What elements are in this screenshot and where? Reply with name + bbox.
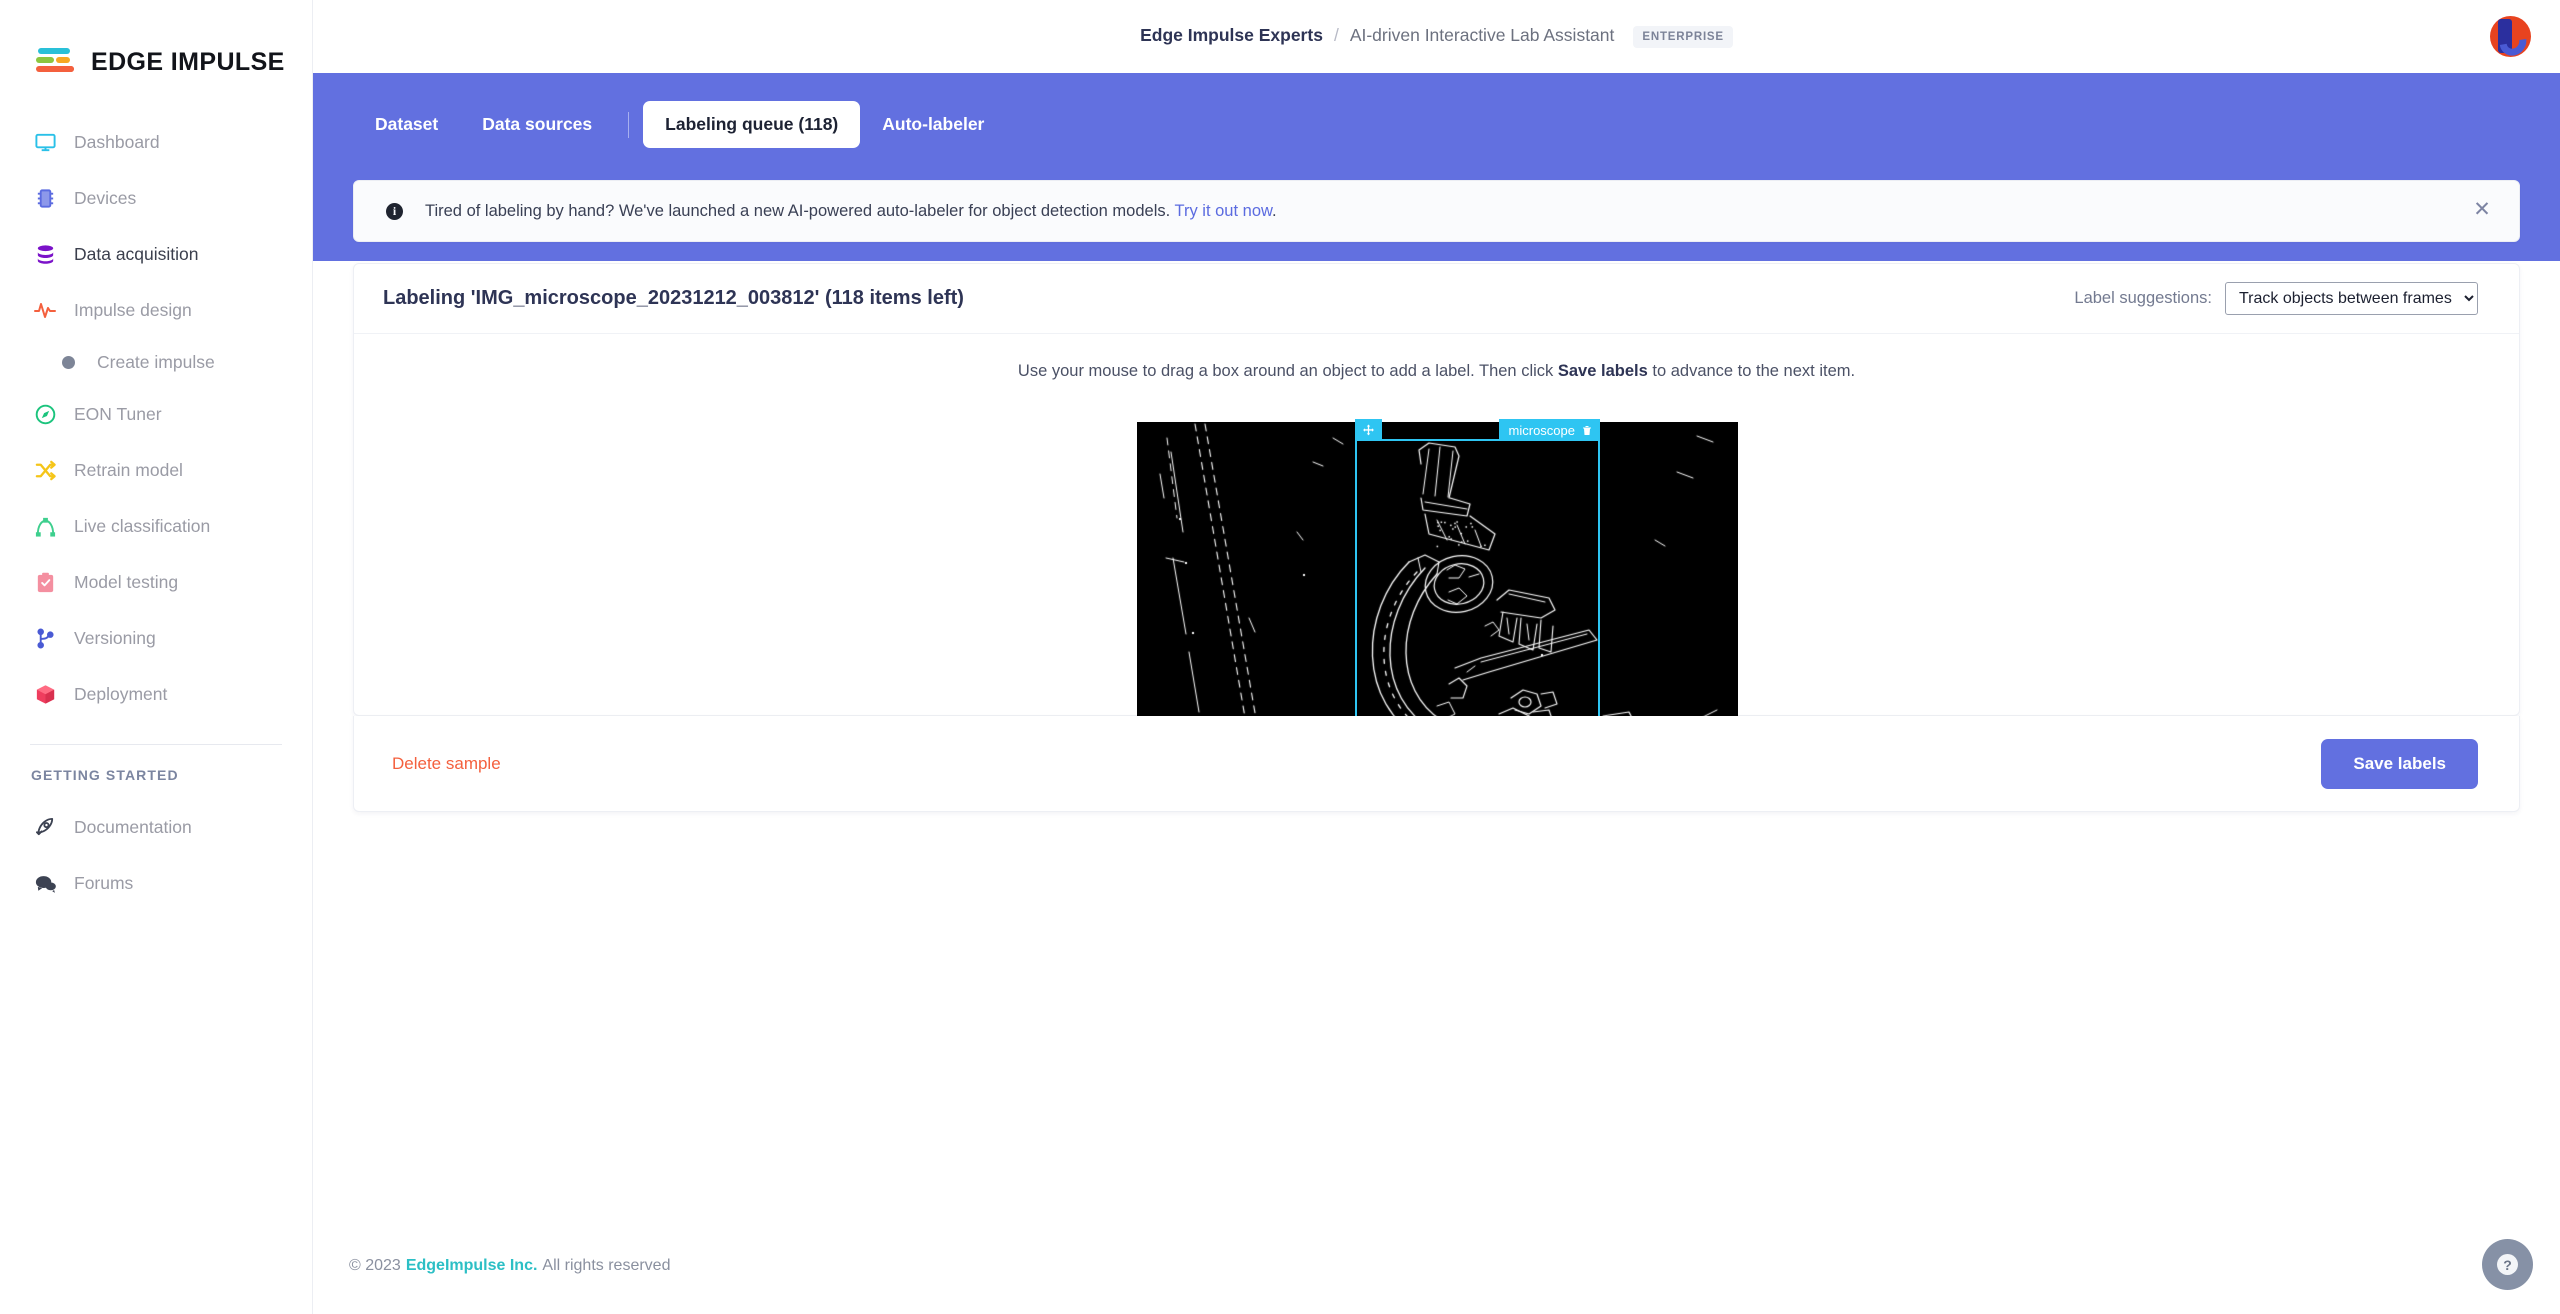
label-suggestions-select[interactable]: Track objects between frames [2225, 282, 2478, 315]
sidebar-item-dashboard[interactable]: Dashboard [0, 114, 312, 170]
edge-impulse-logo-icon [36, 48, 80, 78]
database-icon [30, 241, 60, 267]
tab-data-sources[interactable]: Data sources [460, 101, 614, 148]
sidebar-item-impulse-design[interactable]: Impulse design [0, 282, 312, 338]
sidebar-nav: Dashboard Devices Data acquisition Impul… [0, 114, 312, 911]
auto-labeler-banner: i Tired of labeling by hand? We've launc… [353, 180, 2520, 242]
try-it-out-link[interactable]: Try it out now [1175, 202, 1273, 220]
sidebar-item-label: Live classification [74, 516, 210, 537]
labeling-instruction: Use your mouse to drag a box around an o… [354, 334, 2519, 381]
sidebar-item-label: Create impulse [97, 352, 215, 373]
sidebar-item-live-classification[interactable]: Live classification [0, 498, 312, 554]
brand-name: EDGE IMPULSE [91, 48, 285, 77]
shuffle-icon [30, 457, 60, 483]
sidebar-item-model-testing[interactable]: Model testing [0, 554, 312, 610]
dot-icon [62, 356, 75, 369]
copyright-prefix: © 2023 [349, 1257, 401, 1275]
delete-sample-button[interactable]: Delete sample [383, 746, 510, 782]
breadcrumb-project[interactable]: AI-driven Interactive Lab Assistant [1350, 25, 1615, 46]
help-button[interactable]: ? [2482, 1239, 2533, 1290]
rocket-icon [30, 814, 60, 840]
sidebar-item-label: Dashboard [74, 132, 160, 153]
monitor-icon [30, 129, 60, 155]
sidebar-item-data-acquisition[interactable]: Data acquisition [0, 226, 312, 282]
sidebar-item-create-impulse[interactable]: Create impulse [0, 338, 312, 386]
branch-icon [30, 625, 60, 651]
trash-icon[interactable] [1581, 424, 1593, 437]
tab-dataset[interactable]: Dataset [353, 101, 460, 148]
label-suggestions-label: Label suggestions: [2074, 289, 2212, 308]
sidebar-item-deployment[interactable]: Deployment [0, 666, 312, 722]
sidebar-item-eon-tuner[interactable]: EON Tuner [0, 386, 312, 442]
box-icon [30, 681, 60, 707]
company-name[interactable]: EdgeImpulse Inc. [406, 1257, 538, 1275]
banner-text-suffix: . [1272, 202, 1277, 220]
banner-message: Tired of labeling by hand? We've launche… [425, 202, 1277, 221]
sidebar-item-label: Documentation [74, 817, 192, 838]
sidebar-section-heading: GETTING STARTED [0, 767, 312, 783]
instruction-prefix: Use your mouse to drag a box around an o… [1018, 362, 1558, 380]
info-icon: i [386, 203, 403, 220]
close-icon[interactable]: ✕ [2471, 200, 2493, 222]
sidebar: EDGE IMPULSE Dashboard Devices Data acqu… [0, 0, 313, 1314]
avatar[interactable] [2490, 16, 2531, 57]
instruction-suffix: to advance to the next item. [1648, 362, 1855, 380]
sidebar-item-label: Deployment [74, 684, 167, 705]
brand-logo[interactable]: EDGE IMPULSE [0, 0, 312, 92]
chat-icon [30, 870, 60, 896]
labeling-card-header: Labeling 'IMG_microscope_20231212_003812… [354, 264, 2519, 334]
clipboard-check-icon [30, 569, 60, 595]
breadcrumb-separator: / [1334, 25, 1339, 46]
copyright-suffix: All rights reserved [542, 1257, 670, 1275]
labeling-card: Labeling 'IMG_microscope_20231212_003812… [353, 263, 2520, 716]
labeling-card-footer: Delete sample Save labels [353, 716, 2520, 812]
sidebar-item-label: Forums [74, 873, 133, 894]
tab-list: Dataset Data sources Labeling queue (118… [313, 73, 2560, 148]
move-icon[interactable] [1355, 419, 1382, 441]
banner-text: Tired of labeling by hand? We've launche… [425, 202, 1170, 220]
sidebar-item-label: Impulse design [74, 300, 192, 321]
sidebar-item-retrain-model[interactable]: Retrain model [0, 442, 312, 498]
chip-icon [30, 185, 60, 211]
tab-auto-labeler[interactable]: Auto-labeler [860, 101, 1006, 148]
compass-icon [30, 401, 60, 427]
bounding-box-tag[interactable]: microscope [1499, 419, 1600, 441]
page-footer: © 2023 EdgeImpulse Inc. All rights reser… [313, 1218, 2560, 1314]
label-suggestions-group: Label suggestions: Track objects between… [2074, 282, 2478, 315]
instruction-bold: Save labels [1558, 362, 1648, 380]
sidebar-item-label: Model testing [74, 572, 178, 593]
breadcrumb: Edge Impulse Experts / AI-driven Interac… [1140, 25, 1733, 49]
sidebar-item-label: Versioning [74, 628, 156, 649]
sidebar-item-forums[interactable]: Forums [0, 855, 312, 911]
sidebar-item-label: Devices [74, 188, 136, 209]
top-bar: Edge Impulse Experts / AI-driven Interac… [313, 0, 2560, 73]
breadcrumb-org[interactable]: Edge Impulse Experts [1140, 25, 1323, 46]
sidebar-item-label: Data acquisition [74, 244, 199, 265]
sidebar-item-label: Retrain model [74, 460, 183, 481]
sidebar-item-devices[interactable]: Devices [0, 170, 312, 226]
tab-labeling-queue[interactable]: Labeling queue (118) [643, 101, 860, 148]
sidebar-item-label: EON Tuner [74, 404, 162, 425]
save-labels-button[interactable]: Save labels [2321, 739, 2478, 789]
network-icon [30, 513, 60, 539]
tab-divider [628, 112, 629, 138]
sidebar-item-documentation[interactable]: Documentation [0, 799, 312, 855]
plan-badge: ENTERPRISE [1633, 26, 1733, 48]
question-mark-icon: ? [2497, 1254, 2518, 1275]
sidebar-divider [30, 744, 282, 745]
sidebar-item-versioning[interactable]: Versioning [0, 610, 312, 666]
bounding-box-label: microscope [1509, 423, 1575, 438]
page-title: Labeling 'IMG_microscope_20231212_003812… [383, 287, 964, 310]
pulse-icon [30, 297, 60, 323]
